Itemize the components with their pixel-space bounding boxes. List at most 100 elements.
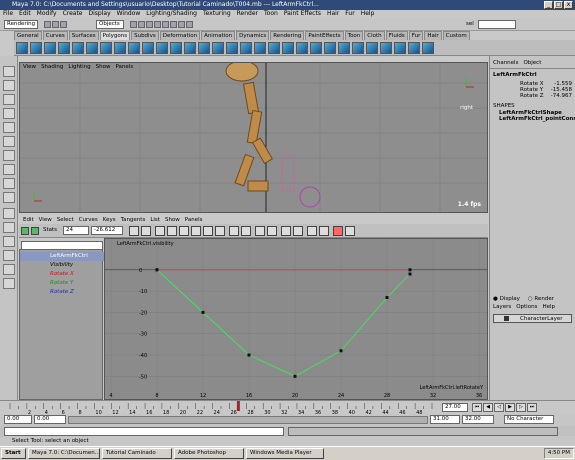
tab-hair[interactable]: Hair bbox=[424, 31, 442, 40]
paint-select-icon[interactable] bbox=[3, 94, 15, 105]
tab-general[interactable]: General bbox=[14, 31, 42, 40]
step-tangent-icon[interactable] bbox=[203, 226, 213, 236]
snap-point-icon[interactable] bbox=[146, 21, 153, 28]
stats-value-field[interactable]: -26.612 bbox=[91, 226, 123, 235]
options-menu[interactable]: Options bbox=[516, 304, 537, 310]
anim-end-field[interactable]: 32.00 bbox=[462, 415, 494, 424]
spline-tangent-icon[interactable] bbox=[155, 226, 165, 236]
wedge-icon[interactable] bbox=[310, 41, 322, 54]
task-tutorial-folder[interactable]: Tutorial Caminado bbox=[102, 448, 172, 459]
poly-cylinder-icon[interactable] bbox=[44, 41, 56, 54]
menu-toon[interactable]: Toon bbox=[264, 10, 278, 18]
show-manip-icon[interactable] bbox=[3, 178, 15, 189]
clamped-tangent-icon[interactable] bbox=[167, 226, 177, 236]
extrude-icon[interactable] bbox=[128, 41, 140, 54]
play-back-icon[interactable]: ◁ bbox=[494, 403, 504, 412]
save-scene-icon[interactable] bbox=[60, 21, 67, 28]
ipr-icon[interactable] bbox=[178, 21, 185, 28]
tab-rendering[interactable]: Rendering bbox=[270, 31, 305, 40]
menu-edit[interactable]: Edit bbox=[19, 10, 31, 18]
vp-menu-shading[interactable]: Shading bbox=[41, 63, 63, 71]
linear-tangent-icon[interactable] bbox=[179, 226, 189, 236]
layout-single-icon[interactable] bbox=[3, 208, 15, 219]
selection-mode[interactable]: Objects bbox=[96, 20, 124, 29]
outliner-item-rotate-x[interactable]: Rotate X bbox=[20, 270, 104, 279]
menu-modify[interactable]: Modify bbox=[37, 10, 57, 18]
ge-menu-select[interactable]: Select bbox=[57, 216, 74, 224]
tab-toon[interactable]: Toon bbox=[344, 31, 364, 40]
maximize-button[interactable]: □ bbox=[554, 1, 563, 9]
menu-lighting[interactable]: Lighting/Shading bbox=[146, 10, 197, 18]
cleanup-icon[interactable] bbox=[282, 41, 294, 54]
outliner-item-rotate-z[interactable]: Rotate Z bbox=[20, 288, 104, 297]
history-icon[interactable] bbox=[162, 21, 169, 28]
playback-end-field[interactable]: 31.00 bbox=[430, 415, 460, 424]
combine-icon[interactable] bbox=[100, 41, 112, 54]
subdiv-icon[interactable] bbox=[366, 41, 378, 54]
vp-menu-lighting[interactable]: Lighting bbox=[68, 63, 90, 71]
separate-icon[interactable] bbox=[114, 41, 126, 54]
snap-grid-icon[interactable] bbox=[130, 21, 137, 28]
frame-selection-icon[interactable] bbox=[141, 226, 151, 236]
uv-icon[interactable] bbox=[240, 41, 252, 54]
layout-outliner-icon[interactable] bbox=[3, 264, 15, 275]
menu-paint-effects[interactable]: Paint Effects bbox=[284, 10, 321, 18]
object-menu[interactable]: Object bbox=[523, 60, 541, 66]
move-key-icon[interactable] bbox=[21, 227, 29, 235]
plateau-tangent-icon[interactable] bbox=[215, 226, 225, 236]
proxy-icon[interactable] bbox=[408, 41, 420, 54]
render-icon[interactable] bbox=[170, 21, 177, 28]
layout-four-icon[interactable] bbox=[3, 222, 15, 233]
tab-fur[interactable]: Fur bbox=[408, 31, 424, 40]
rotate-tool-icon[interactable] bbox=[3, 122, 15, 133]
quick-select-field[interactable] bbox=[478, 20, 516, 29]
time-slider[interactable]: 2 4 6 8 10 12 14 16 18 20 22 24 26 28 30 32 34 36 38 40 42 44… bbox=[0, 400, 575, 416]
open-scene-icon[interactable] bbox=[52, 21, 59, 28]
minimize-button[interactable]: _ bbox=[544, 1, 553, 9]
perspective-viewport[interactable]: right 1.4 fps bbox=[19, 62, 488, 213]
tab-dynamics[interactable]: Dynamics bbox=[236, 31, 270, 40]
task-media-player[interactable]: Windows Media Player bbox=[246, 448, 324, 459]
poly-cube-icon[interactable] bbox=[16, 41, 28, 54]
poly-torus-icon[interactable] bbox=[86, 41, 98, 54]
goto-start-icon[interactable]: ⏮ bbox=[472, 403, 482, 412]
current-time-field[interactable]: 27.00 bbox=[442, 403, 468, 412]
menu-create[interactable]: Create bbox=[63, 10, 83, 18]
anim-start-field[interactable]: 0.00 bbox=[4, 415, 32, 424]
vp-menu-view[interactable]: View bbox=[23, 63, 36, 71]
tab-subdivs[interactable]: Subdivs bbox=[131, 31, 159, 40]
tab-custom[interactable]: Custom bbox=[442, 31, 470, 40]
channels-menu[interactable]: Channels bbox=[493, 60, 518, 66]
ge-menu-show[interactable]: Show bbox=[165, 216, 180, 224]
mirror-icon[interactable] bbox=[198, 41, 210, 54]
smooth-icon[interactable] bbox=[170, 41, 182, 54]
append-icon[interactable] bbox=[296, 41, 308, 54]
poke-icon[interactable] bbox=[324, 41, 336, 54]
menu-hair[interactable]: Hair bbox=[327, 10, 339, 18]
graph-editor-canvas[interactable]: LeftArmFkCtrl.visibility LeftArmFkCtrl.l… bbox=[104, 238, 488, 400]
pre-infinity-icon[interactable] bbox=[307, 226, 317, 236]
fill-hole-icon[interactable] bbox=[380, 41, 392, 54]
playback-start-field[interactable]: 0.00 bbox=[34, 415, 66, 424]
select-tool-icon[interactable] bbox=[3, 66, 15, 77]
collapse-icon[interactable] bbox=[352, 41, 364, 54]
unify-tangent-icon[interactable] bbox=[267, 226, 277, 236]
poly-plane-icon[interactable] bbox=[72, 41, 84, 54]
sculpt-icon[interactable] bbox=[394, 41, 406, 54]
play-forward-icon[interactable]: ▶ bbox=[505, 403, 515, 412]
bevel-icon[interactable] bbox=[156, 41, 168, 54]
outliner-item-visibility[interactable]: Visibility bbox=[20, 261, 104, 270]
new-scene-icon[interactable] bbox=[44, 21, 51, 28]
layout-hypershade-icon[interactable] bbox=[3, 278, 15, 289]
merge-icon[interactable] bbox=[184, 41, 196, 54]
vp-menu-panels[interactable]: Panels bbox=[115, 63, 133, 71]
triangulate-icon[interactable] bbox=[212, 41, 224, 54]
lasso-tool-icon[interactable] bbox=[3, 80, 15, 91]
tab-polygons[interactable]: Polygons bbox=[99, 31, 131, 40]
scale-tool-icon[interactable] bbox=[3, 136, 15, 147]
menu-texturing[interactable]: Texturing bbox=[203, 10, 231, 18]
ge-menu-list[interactable]: List bbox=[150, 216, 160, 224]
tab-painteffects[interactable]: PaintEffects bbox=[305, 31, 344, 40]
poly-cone-icon[interactable] bbox=[58, 41, 70, 54]
tab-animation[interactable]: Animation bbox=[201, 31, 236, 40]
